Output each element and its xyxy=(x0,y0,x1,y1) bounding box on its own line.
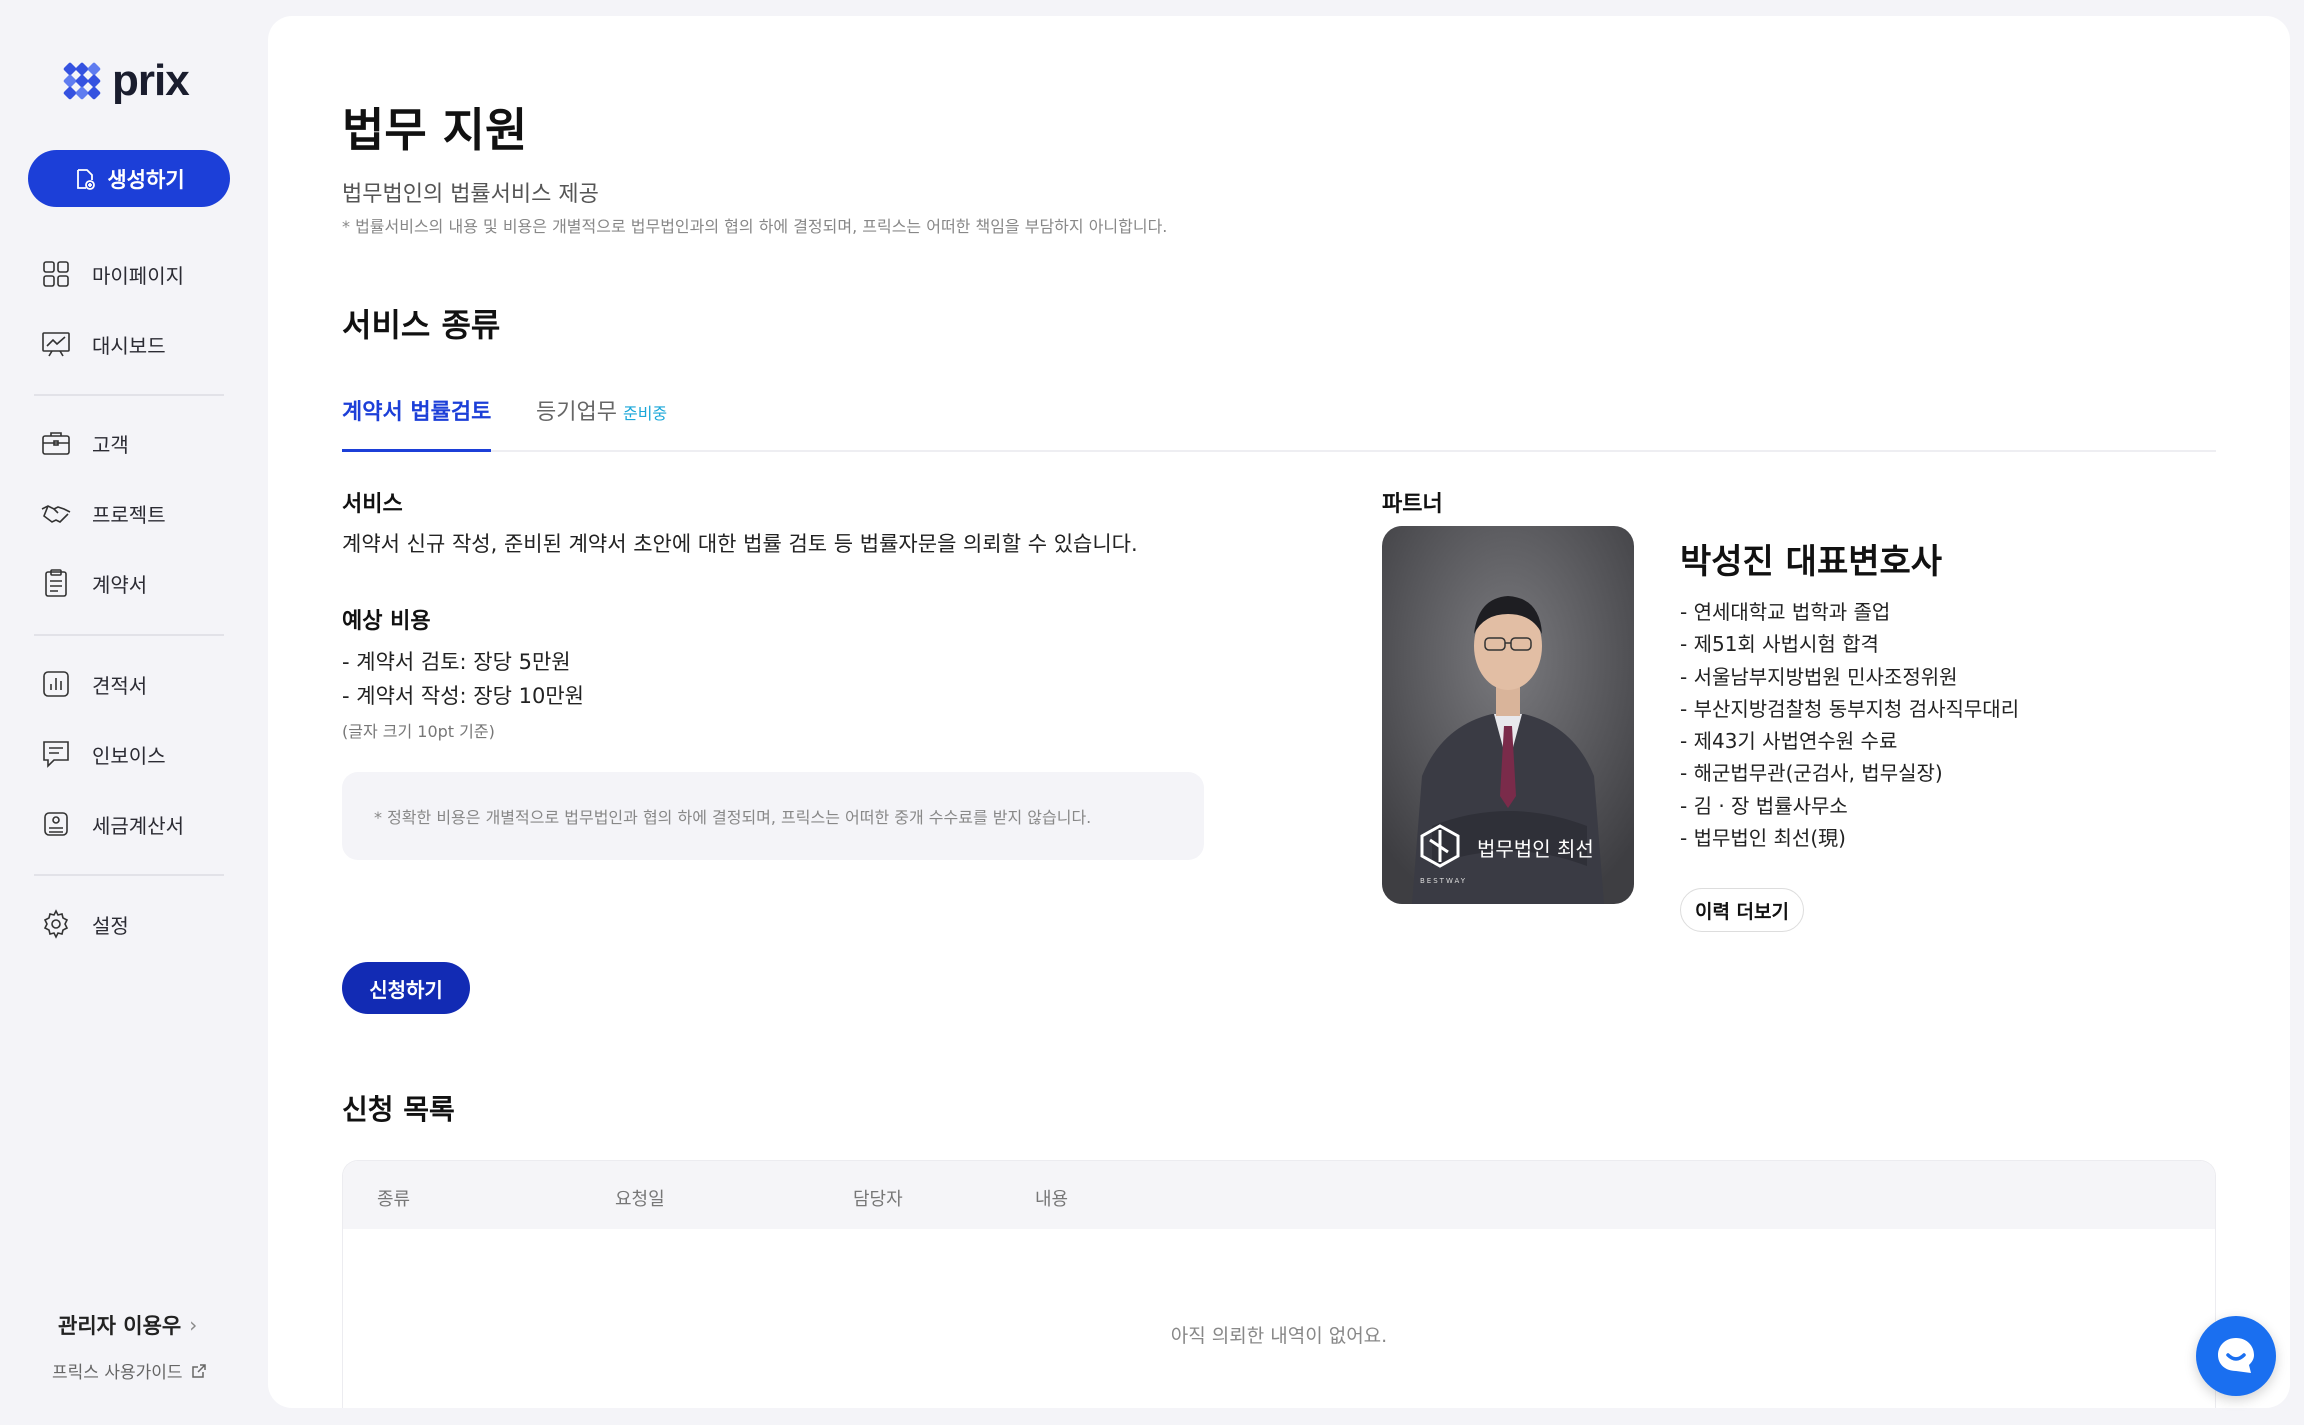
user-guide-label: 프릭스 사용가이드 xyxy=(52,1363,183,1383)
sidebar-divider xyxy=(34,634,224,636)
request-list-title: 신청 목록 xyxy=(342,1093,455,1126)
sidebar-item-label: 인보이스 xyxy=(92,743,166,768)
prix-logo-icon xyxy=(63,62,101,100)
user-guide-link[interactable]: 프릭스 사용가이드 xyxy=(52,1358,207,1383)
sidebar-item-label: 대시보드 xyxy=(92,333,166,358)
tab-label: 계약서 법률검토 xyxy=(342,400,492,425)
career-item: - 제51회 사법시험 합격 xyxy=(1680,632,1879,657)
career-item: - 서울남부지방법원 민사조정위원 xyxy=(1680,664,1958,689)
sidebar-item-settings[interactable]: 설정 xyxy=(40,904,129,944)
gear-icon xyxy=(43,909,69,939)
create-button-label: 생성하기 xyxy=(107,167,185,192)
column-header-request-date[interactable]: 요청일 xyxy=(615,1185,665,1211)
bar-chart-icon xyxy=(43,671,69,697)
chat-bubble-icon xyxy=(2218,1338,2254,1373)
more-career-button[interactable]: 이력 더보기 xyxy=(1680,888,1804,932)
partner-career-list: - 연세대학교 법학과 졸업 - 제51회 사법시험 합격 - 서울남부지방법원… xyxy=(1680,596,2019,854)
chart-board-icon xyxy=(42,332,70,357)
sidebar-item-label: 마이페이지 xyxy=(92,263,184,288)
career-item: - 김 · 장 법률사무소 xyxy=(1680,793,1848,818)
sidebar-item-label: 설정 xyxy=(92,913,129,938)
column-header-manager[interactable]: 담당자 xyxy=(853,1185,903,1211)
sidebar-item-label: 프로젝트 xyxy=(92,502,166,527)
partner-name: 박성진 대표변호사 xyxy=(1680,542,1943,582)
sidebar-item-customer[interactable]: 고객 xyxy=(40,423,129,463)
service-description: 계약서 신규 작성, 준비된 계약서 초안에 대한 법률 검토 등 법률자문을 … xyxy=(342,532,1138,556)
table-header: 종류 요청일 담당자 내용 xyxy=(343,1161,2215,1229)
sidebar: prix 생성하기 마이페이지 대시보드 고객 프로젝트 계약서 견적서 인보이… xyxy=(0,0,268,1425)
new-document-icon xyxy=(77,168,96,190)
service-tabs: 계약서 법률검토 등기업무 준비중 xyxy=(342,380,2216,452)
sidebar-item-quote[interactable]: 견적서 xyxy=(40,664,147,704)
sidebar-item-label: 세금계산서 xyxy=(92,813,184,838)
sidebar-item-project[interactable]: 프로젝트 xyxy=(40,493,166,533)
logo-text: prix xyxy=(112,56,190,105)
sidebar-item-dashboard[interactable]: 대시보드 xyxy=(40,324,166,364)
column-header-type[interactable]: 종류 xyxy=(377,1185,410,1211)
request-table: 종류 요청일 담당자 내용 아직 의뢰한 내역이 없어요. xyxy=(342,1160,2216,1408)
career-item: - 연세대학교 법학과 졸업 xyxy=(1680,600,1891,624)
logo[interactable]: prix xyxy=(62,56,190,106)
cost-notice-text: * 정확한 비용은 개별적으로 법무법인과 협의 하에 결정되며, 프릭스는 어… xyxy=(374,808,1092,827)
tax-receipt-icon xyxy=(44,812,68,836)
career-item: - 제43기 사법연수원 수료 xyxy=(1680,729,1898,754)
sidebar-item-label: 고객 xyxy=(92,432,129,457)
empty-state-message: 아직 의뢰한 내역이 없어요. xyxy=(1170,1325,1388,1347)
page-title: 법무 지원 xyxy=(342,103,528,157)
partner-label: 파트너 xyxy=(1382,492,1443,517)
photo-subcaption: BESTWAY xyxy=(1420,877,1467,885)
cost-notice-box: * 정확한 비용은 개별적으로 법무법인과 협의 하에 결정되며, 프릭스는 어… xyxy=(342,772,1204,860)
service-types-title: 서비스 종류 xyxy=(342,306,501,344)
main-panel: 법무 지원 법무법인의 법률서비스 제공 * 법률서비스의 내용 및 비용은 개… xyxy=(268,16,2290,1408)
page-subtitle: 법무법인의 법률서비스 제공 xyxy=(342,182,599,207)
service-label: 서비스 xyxy=(342,492,403,517)
chevron-right-icon: › xyxy=(189,1313,198,1337)
career-item: - 해군법무관(군검사, 법무실장) xyxy=(1680,761,1943,786)
tab-label: 등기업무 xyxy=(536,400,617,425)
page-notice: * 법률서비스의 내용 및 비용은 개별적으로 법무법인과의 협의 하에 결정되… xyxy=(342,217,1168,236)
sidebar-item-contract[interactable]: 계약서 xyxy=(40,563,147,603)
preparing-badge: 준비중 xyxy=(622,404,668,423)
partner-photo: 법무법인 최선 BESTWAY xyxy=(1382,526,1634,904)
clipboard-icon xyxy=(45,569,67,597)
cost-note: (글자 크기 10pt 기준) xyxy=(342,722,495,741)
sidebar-item-label: 견적서 xyxy=(92,673,148,698)
sidebar-divider xyxy=(34,394,224,396)
apply-button[interactable]: 신청하기 xyxy=(342,962,470,1014)
sidebar-item-mypage[interactable]: 마이페이지 xyxy=(40,254,184,294)
sidebar-item-invoice[interactable]: 인보이스 xyxy=(40,734,166,774)
sidebar-item-tax-invoice[interactable]: 세금계산서 xyxy=(40,804,184,844)
career-item: - 법무법인 최선(現) xyxy=(1680,826,1846,851)
cost-item: - 계약서 작성: 장당 10만원 xyxy=(342,684,584,708)
cost-label: 예상 비용 xyxy=(342,609,431,634)
chat-support-button[interactable] xyxy=(2196,1316,2276,1396)
tab-contract-review[interactable]: 계약서 법률검토 xyxy=(342,394,492,452)
handshake-icon xyxy=(41,505,71,523)
grid-icon xyxy=(43,261,69,287)
photo-caption: 법무법인 최선 xyxy=(1477,837,1594,861)
invoice-icon xyxy=(43,741,69,768)
create-button[interactable]: 생성하기 xyxy=(28,150,230,207)
cost-item: - 계약서 검토: 장당 5만원 xyxy=(342,650,571,674)
sidebar-item-label: 계약서 xyxy=(92,572,148,597)
column-header-content[interactable]: 내용 xyxy=(1035,1185,1068,1211)
external-link-icon xyxy=(191,1363,206,1378)
briefcase-icon xyxy=(42,432,70,455)
admin-user-name: 관리자 이용우 xyxy=(58,1314,182,1338)
career-item: - 부산지방검찰청 동부지청 검사직무대리 xyxy=(1680,696,2020,721)
tab-registration[interactable]: 등기업무 준비중 xyxy=(536,394,667,452)
admin-user-link[interactable]: 관리자 이용우 › xyxy=(58,1310,197,1340)
sidebar-divider xyxy=(34,874,224,876)
